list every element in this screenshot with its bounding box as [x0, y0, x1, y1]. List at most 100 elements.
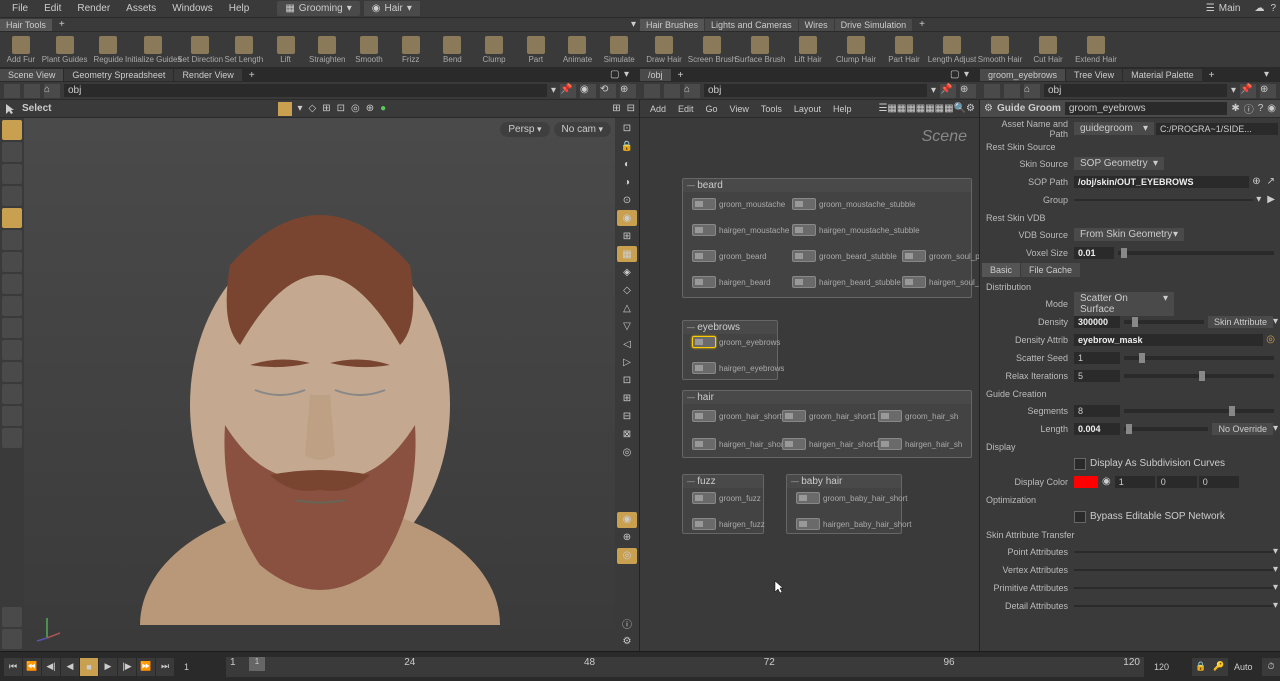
- group-field[interactable]: [1074, 199, 1253, 201]
- shelf-tab-add[interactable]: +: [53, 19, 71, 30]
- scatter-seed-slider[interactable]: [1124, 356, 1274, 360]
- viewport-3d[interactable]: Persp ▾ No cam ▾: [24, 118, 615, 651]
- snap-icon[interactable]: ●: [380, 103, 386, 114]
- node-groom-fuzz[interactable]: groom_fuzz: [692, 492, 761, 504]
- menu-add[interactable]: Add: [644, 104, 672, 114]
- menu-help[interactable]: Help: [221, 3, 258, 14]
- display-icon[interactable]: ⊞: [617, 390, 637, 406]
- playhead[interactable]: 1: [249, 657, 265, 671]
- shelf-tool-plant-guides[interactable]: Plant Guides: [42, 33, 88, 67]
- zoom-icon[interactable]: 🔍: [954, 103, 966, 114]
- display-icon[interactable]: ▽: [617, 318, 637, 334]
- snap-icon[interactable]: ⊡: [337, 103, 345, 114]
- node-groom-baby-hair[interactable]: groom_baby_hair_short: [796, 492, 908, 504]
- menu-layout[interactable]: Layout: [788, 104, 827, 114]
- help-icon[interactable]: ?: [1258, 103, 1264, 114]
- menu-edit[interactable]: Edit: [672, 104, 700, 114]
- grid-icon[interactable]: ▦: [944, 103, 953, 114]
- shelf-tool-simulate[interactable]: Simulate: [598, 33, 640, 67]
- shelf-tool-length-adjust[interactable]: Length Adjust: [928, 33, 976, 67]
- nav-fwd-icon[interactable]: [664, 84, 680, 98]
- radial-menu-selector[interactable]: ◉ Hair ▾: [364, 1, 420, 16]
- left-tab-add[interactable]: +: [243, 70, 261, 81]
- next-key-button[interactable]: ⏩: [137, 658, 155, 676]
- node-groom-soul-patch[interactable]: groom_soul_pat: [902, 250, 979, 262]
- chevron-down-icon[interactable]: ▾: [1273, 316, 1278, 327]
- home-icon[interactable]: ⌂: [684, 84, 700, 98]
- tab-renderview[interactable]: Render View: [174, 69, 241, 81]
- stop-button[interactable]: ■: [80, 658, 98, 676]
- chevron-down-icon[interactable]: ▾: [1231, 85, 1236, 96]
- display-icon[interactable]: ◎: [617, 548, 637, 564]
- pin-icon[interactable]: 📌: [940, 84, 956, 98]
- chevron-down-icon[interactable]: ▾: [1273, 423, 1278, 434]
- chevron-down-icon[interactable]: ▾: [964, 69, 976, 81]
- cloud-icon[interactable]: ☁: [1254, 3, 1264, 14]
- display-icon[interactable]: △: [617, 300, 637, 316]
- region-tool-icon[interactable]: [2, 296, 22, 316]
- node-hairgen-beard-stubble[interactable]: hairgen_beard_stubble: [792, 276, 901, 288]
- menu-windows[interactable]: Windows: [164, 3, 221, 14]
- vertex-attr-field[interactable]: [1074, 569, 1273, 571]
- snap-icon[interactable]: ⊞: [322, 103, 330, 114]
- display-icon[interactable]: ⊙: [617, 192, 637, 208]
- density-field[interactable]: 300000: [1074, 316, 1120, 328]
- shelf-tool-add-fur[interactable]: Add Fur: [0, 33, 42, 67]
- align-tool-icon[interactable]: [2, 362, 22, 382]
- scatter-seed-field[interactable]: 1: [1074, 352, 1120, 364]
- voxel-size-field[interactable]: 0.01: [1074, 247, 1114, 259]
- shelf-tab-lights[interactable]: Lights and Cameras: [705, 19, 798, 31]
- node-groom-hair-short[interactable]: groom_hair_short: [692, 410, 782, 422]
- chevron-down-icon[interactable]: ▾: [1273, 600, 1278, 611]
- grid-icon[interactable]: ▦: [935, 103, 944, 114]
- home-icon[interactable]: ⌂: [1024, 84, 1040, 98]
- tab-geospreadsheet[interactable]: Geometry Spreadsheet: [64, 69, 173, 81]
- tab-obj[interactable]: /obj: [640, 69, 671, 81]
- pane-expand-icon[interactable]: ▢: [610, 69, 622, 81]
- shelf-tool-extend-hair[interactable]: Extend Hair: [1072, 33, 1120, 67]
- chevron-down-icon[interactable]: ▾: [1273, 564, 1278, 575]
- step-fwd-button[interactable]: |▶: [118, 658, 136, 676]
- display-icon[interactable]: ⊞: [617, 228, 637, 244]
- chevron-down-icon[interactable]: ▾: [298, 103, 303, 114]
- flag-icon[interactable]: ✱: [1231, 103, 1239, 114]
- relax-iter-slider[interactable]: [1124, 374, 1274, 378]
- middle-tab-add[interactable]: +: [672, 70, 690, 81]
- tab-matpalette[interactable]: Material Palette: [1123, 69, 1202, 81]
- shelf-tool-straighten[interactable]: Straighten: [306, 33, 348, 67]
- asset-path-field[interactable]: C:/PROGRA~1/SIDE...: [1156, 123, 1278, 135]
- display-icon[interactable]: ◎: [617, 444, 637, 460]
- node-name-field[interactable]: groom_eyebrows: [1065, 102, 1227, 115]
- shelf-tool-lift-hair[interactable]: Lift Hair: [784, 33, 832, 67]
- segments-field[interactable]: 8: [1074, 405, 1120, 417]
- render-tool-icon[interactable]: [2, 428, 22, 448]
- network-view[interactable]: Scene — beard groom_moustache groom_mous…: [640, 118, 979, 651]
- tab-filecache[interactable]: File Cache: [1021, 263, 1080, 277]
- node-groom-hair-short1[interactable]: groom_hair_short1: [782, 410, 876, 422]
- shelf-tab-hairbrushes[interactable]: Hair Brushes: [640, 19, 704, 31]
- gear-icon[interactable]: ⚙: [984, 103, 993, 114]
- move-tool-icon[interactable]: [2, 164, 22, 184]
- path-field[interactable]: obj: [1044, 84, 1227, 97]
- shelf-tool-cut-hair[interactable]: Cut Hair: [1024, 33, 1072, 67]
- shelf-tab-hairtools[interactable]: Hair Tools: [0, 19, 52, 31]
- shelf-tool-frizz[interactable]: Frizz: [390, 33, 432, 67]
- display-icon[interactable]: ◈: [617, 264, 637, 280]
- step-back-button[interactable]: ◀|: [42, 658, 60, 676]
- nav-fwd-icon[interactable]: [24, 84, 40, 98]
- desktop-selector[interactable]: ▦ Grooming ▾: [277, 1, 359, 16]
- shelf-tool-draw-hair[interactable]: Draw Hair: [640, 33, 688, 67]
- lock-icon[interactable]: 🔒: [617, 138, 637, 154]
- node-hairgen-eyebrows[interactable]: hairgen_eyebrows: [692, 362, 784, 374]
- color-picker-icon[interactable]: ◉: [1098, 476, 1115, 487]
- color-r-field[interactable]: 1: [1115, 476, 1155, 488]
- node-groom-beard-stubble[interactable]: groom_beard_stubble: [792, 250, 897, 262]
- shelf-tool-part[interactable]: Part: [515, 33, 557, 67]
- select-tool-icon[interactable]: [2, 120, 22, 140]
- play-fwd-button[interactable]: ▶: [99, 658, 117, 676]
- prim-attr-field[interactable]: [1074, 587, 1273, 589]
- info-icon[interactable]: ⓘ: [617, 615, 637, 631]
- node-hairgen-moustache[interactable]: hairgen_moustache: [692, 224, 789, 236]
- pane-expand-icon[interactable]: ▢: [950, 69, 962, 81]
- target-icon[interactable]: ⊕: [1260, 84, 1276, 98]
